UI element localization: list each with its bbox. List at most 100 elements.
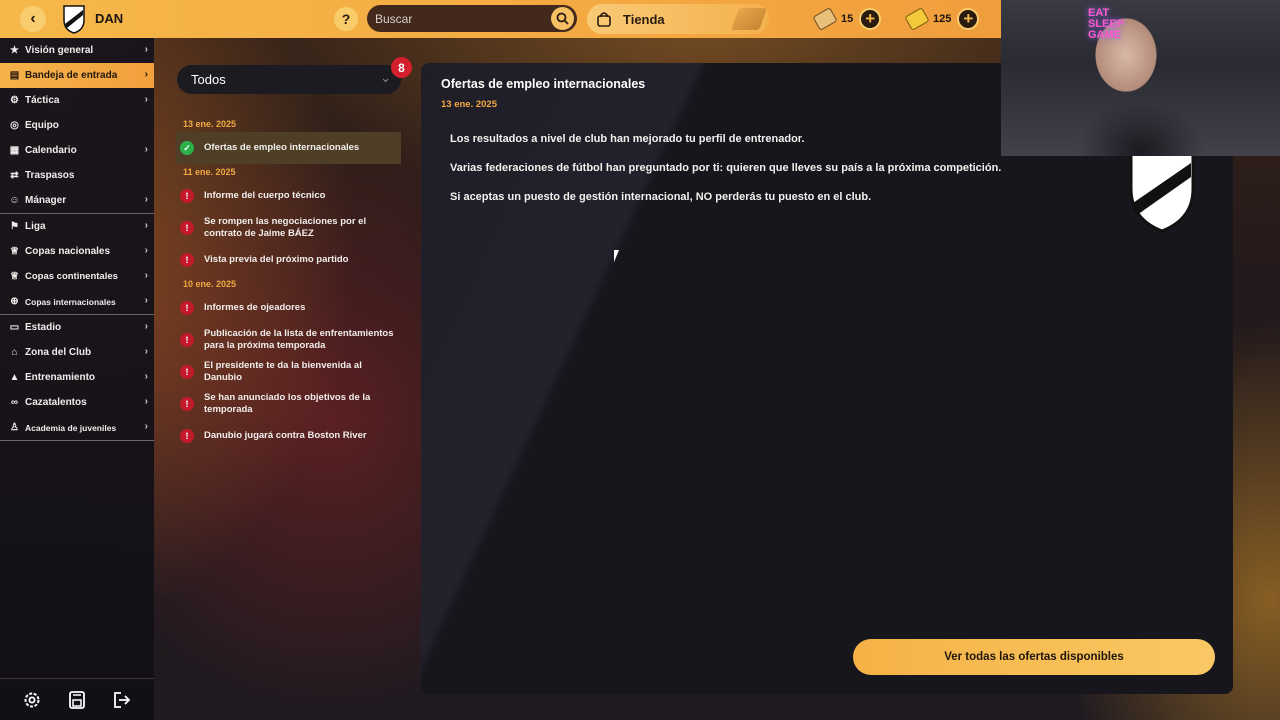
globe-icon: ⊕ [10,296,19,307]
chevron-right-icon: › [144,69,148,80]
token-icon [812,7,838,31]
calendar-icon: ▦ [9,145,20,156]
club-logo [63,5,85,34]
sidebar-item-traspasos[interactable]: ⇄ Traspasos [0,163,154,188]
back-button[interactable]: ‹ [20,6,46,32]
list-item[interactable]: ! Informe del cuerpo técnico [176,180,401,212]
list-item[interactable]: ! Se han anunciado los objetivos de la t… [176,388,401,420]
trophy-icon: ♕ [10,246,19,257]
sidebar-item-zona-del-club[interactable]: ⌂ Zona del Club › [0,340,154,365]
unread-status-icon: ! [180,397,194,411]
save-icon[interactable] [64,687,90,713]
sidebar-item-label: Visión general [25,45,94,56]
shopping-bag-icon [597,12,611,27]
unread-status-icon: ! [180,253,194,267]
mouse-cursor-icon [614,250,619,262]
sidebar-item-liga[interactable]: ⚑ Liga › [0,214,154,239]
gold-bar-icon [904,7,930,31]
unread-status-icon: ! [180,333,194,347]
sidebar-item-calendario[interactable]: ▦ Calendario › [0,138,154,163]
settings-icon[interactable] [19,687,45,713]
message-paragraph: Los resultados a nivel de club han mejor… [450,133,805,145]
chevron-right-icon: › [144,346,148,357]
chevron-right-icon: › [144,144,148,155]
sidebar-item-copas-continentales[interactable]: ♕ Copas continentales › [0,264,154,289]
chevron-right-icon: › [144,44,148,55]
search-bar [367,5,577,32]
list-item[interactable]: ! Se rompen las negociaciones por el con… [176,212,401,244]
sidebar-item-bandeja-de-entrada[interactable]: ▤ Bandeja de entrada › [0,63,154,88]
shop-button[interactable]: Tienda [587,4,769,34]
chevron-right-icon: › [144,321,148,332]
sidebar-item-academia-de-juveniles[interactable]: ♙ Academia de juveniles › [0,415,154,440]
unread-count-badge: 8 [391,57,412,78]
list-item[interactable]: ! Informes de ojeadores [176,292,401,324]
chevron-right-icon: › [144,194,148,205]
message-list: 13 ene. 2025 ✓ Ofertas de empleo interna… [176,116,401,452]
sidebar-item-label: Copas internacionales [25,296,116,307]
unread-status-icon: ! [180,301,194,315]
chevron-right-icon: › [144,421,148,432]
sidebar-item-label: Academia de juveniles [25,422,117,433]
sidebar-item-tactica[interactable]: ⚙ Táctica › [0,88,154,113]
message-subject: El presidente te da la bienvenida al Dan… [204,360,362,383]
message-paragraph: Si aceptas un puesto de gestión internac… [450,191,872,203]
date-group-header: 13 ene. 2025 [183,119,237,129]
sidebar-item-label: Bandeja de entrada [25,70,118,81]
list-item[interactable]: ! Publicación de la lista de enfrentamie… [176,324,401,356]
list-item[interactable]: ! Danubio jugará contra Boston River [176,420,401,452]
help-button[interactable]: ? [334,7,358,31]
read-status-icon: ✓ [180,141,194,155]
sidebar-item-equipo[interactable]: ◎ Equipo [0,113,154,138]
message-subject: Informes de ojeadores [204,302,306,313]
club-crest [1129,145,1195,233]
list-item[interactable]: ✓ Ofertas de empleo internacionales [176,132,401,164]
webcam-overlay [1001,0,1280,156]
sidebar-item-label: Táctica [25,95,60,106]
sidebar-item-estadio[interactable]: ▭ Estadio › [0,315,154,340]
manager-icon: ☺ [9,195,20,206]
add-gold-button[interactable]: + [957,8,980,30]
sidebar: ★ Visión general › ▤ Bandeja de entrada › ⚙ T… [0,38,154,720]
sidebar-item-label: Calendario [25,145,77,156]
message-subject: Publicación de la lista de enfrentamient… [204,328,394,351]
logout-icon[interactable] [109,687,135,713]
sidebar-item-manager[interactable]: ☺ Mánager › [0,188,154,213]
sidebar-item-label: Traspasos [25,170,75,181]
sidebar-item-cazatalentos[interactable]: ∞ Cazatalentos › [0,390,154,415]
chevron-left-icon: ‹ [30,10,36,27]
shop-label: Tienda [623,11,665,27]
gold-value: 125 [933,13,952,25]
unread-status-icon: ! [180,221,194,235]
sidebar-item-copas-nacionales[interactable]: ♕ Copas nacionales › [0,239,154,264]
sidebar-item-entrenamiento[interactable]: ▲ Entrenamiento › [0,365,154,390]
add-tokens-button[interactable]: + [859,8,882,30]
sidebar-item-vision-general[interactable]: ★ Visión general › [0,38,154,63]
question-icon: ? [341,11,351,27]
star-icon: ★ [10,45,19,56]
club-icon: ⌂ [11,347,18,358]
message-subject: Ofertas de empleo internacionales [204,142,360,153]
message-subject: Danubio jugará contra Boston River [204,430,367,441]
list-item[interactable]: ! El presidente te da la bienvenida al D… [176,356,401,388]
search-input[interactable] [375,11,545,26]
sidebar-item-label: Equipo [25,120,59,131]
chevron-right-icon: › [144,371,148,382]
message-date: 13 ene. 2025 [441,99,497,110]
view-all-offers-button[interactable]: Ver todas las ofertas disponibles [853,639,1215,675]
message-subject: Se han anunciado los objetivos de la tem… [204,392,371,415]
gold-counter: 125 + [904,6,980,32]
message-title: Ofertas de empleo internacionales [441,77,646,91]
tokens-value: 15 [841,13,854,25]
message-subject: Se rompen las negociaciones por el contr… [204,216,367,239]
club-name: DAN [95,11,124,26]
league-icon: ⚑ [10,221,19,232]
chevron-right-icon: › [144,396,148,407]
sidebar-item-label: Estadio [25,322,62,333]
search-button[interactable] [551,7,574,30]
sidebar-item-label: Cazatalentos [25,397,87,408]
inbox-filter-dropdown[interactable]: Todos ⌄ [177,65,401,94]
sidebar-item-copas-internacionales[interactable]: ⊕ Copas internacionales › [0,289,154,314]
list-item[interactable]: ! Vista previa del próximo partido [176,244,401,276]
neon-sign: EAT SLEEP GAME [1088,7,1124,41]
